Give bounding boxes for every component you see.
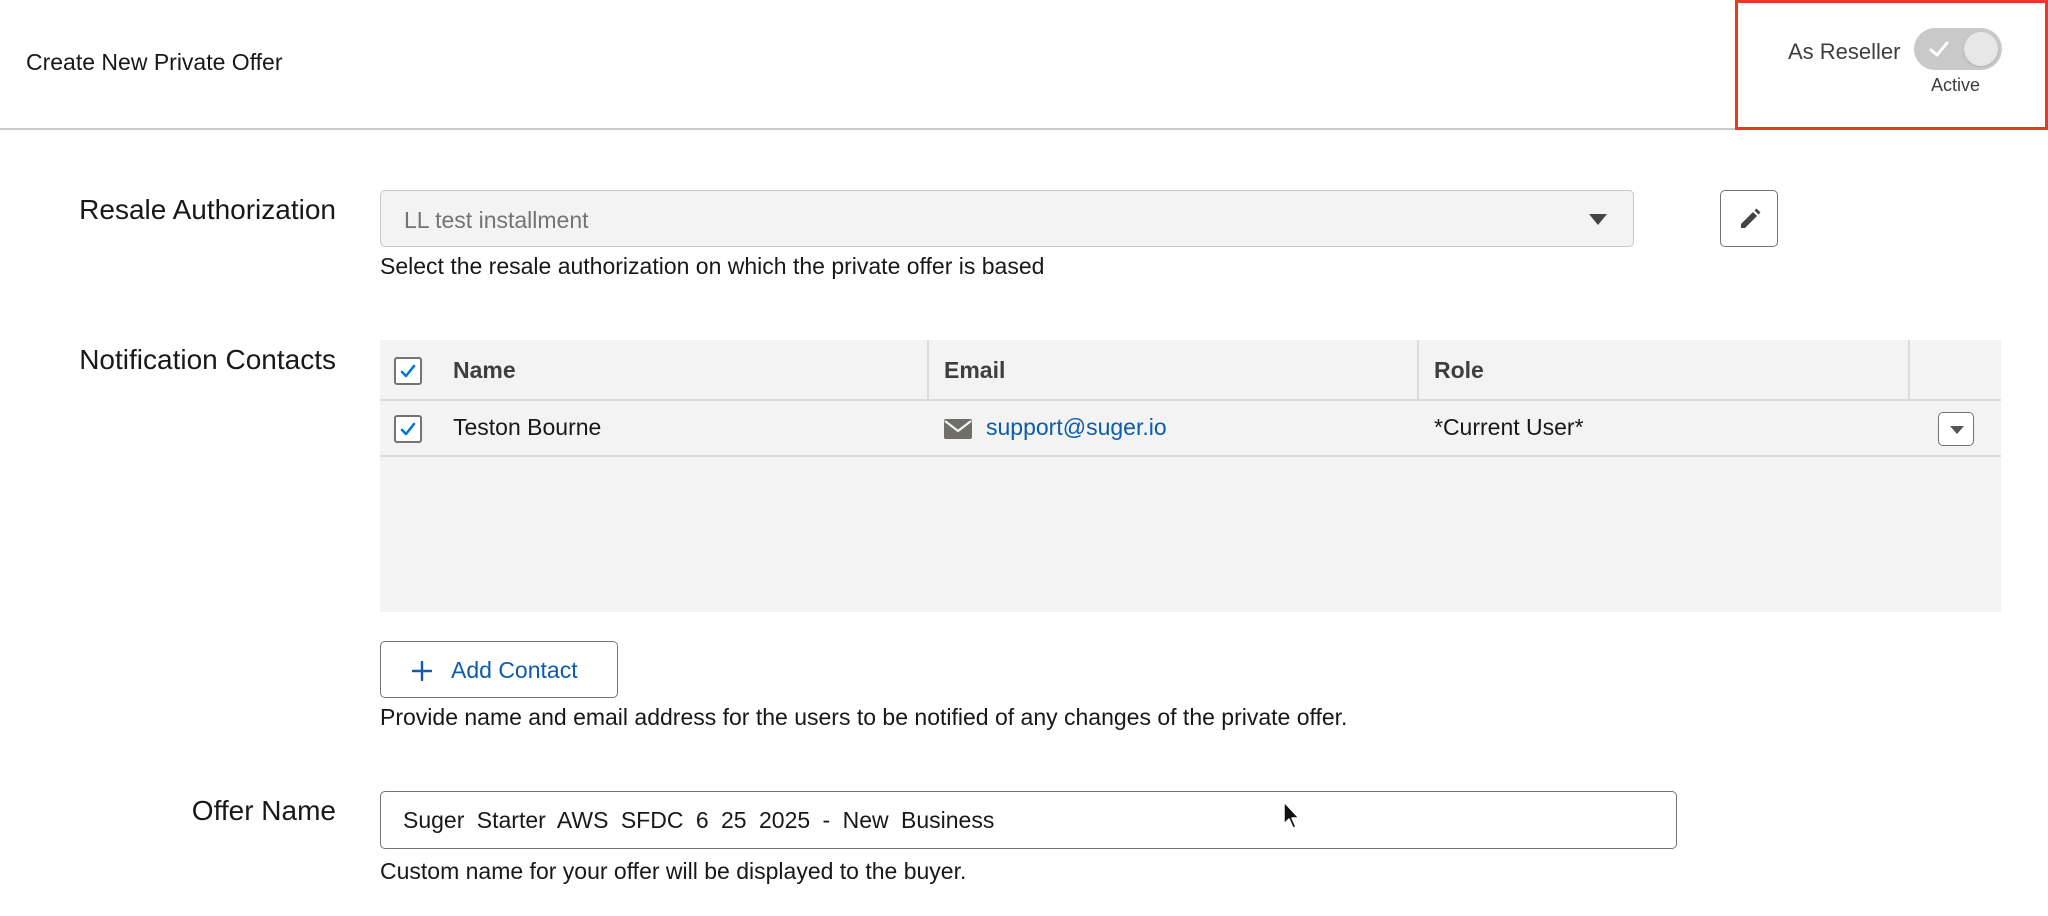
edit-resale-authorization-button[interactable]	[1720, 190, 1778, 247]
page-title: Create New Private Offer	[26, 49, 283, 75]
toggle-state-label: Active	[1931, 75, 1981, 95]
offer-name-label: Offer Name	[191, 795, 336, 826]
reseller-label: As Reseller	[1788, 39, 1901, 64]
reseller-toggle[interactable]	[1914, 28, 2002, 70]
column-header-name[interactable]: Name	[453, 357, 516, 384]
add-contact-button[interactable]: Add Contact	[380, 641, 618, 698]
row-checkbox[interactable]	[394, 415, 422, 443]
mouse-pointer-icon	[1283, 801, 1300, 829]
offer-name-field[interactable]	[380, 791, 1677, 849]
column-divider	[1908, 340, 1910, 401]
resale-authorization-select[interactable]: LL test installment	[380, 190, 1634, 247]
chevron-down-icon	[1950, 426, 1964, 434]
toggle-knob	[1964, 32, 1998, 66]
plus-icon	[412, 661, 432, 681]
select-all-checkbox[interactable]	[394, 357, 422, 385]
mail-icon	[944, 419, 972, 439]
reseller-highlight-box: As Reseller Active	[1735, 0, 2048, 130]
notification-contacts-help: Provide name and email address for the u…	[380, 704, 1348, 730]
table-header: Name Email Role	[380, 340, 2001, 401]
offer-name-input[interactable]	[403, 806, 1643, 834]
resale-authorization-label: Resale Authorization	[79, 194, 336, 225]
table-row: Teston Bourne support@suger.io *Current …	[380, 401, 2001, 457]
column-divider	[927, 340, 929, 401]
add-contact-label: Add Contact	[451, 657, 578, 683]
row-actions-menu-button[interactable]	[1938, 412, 1974, 446]
contact-email-link[interactable]: support@suger.io	[986, 414, 1167, 441]
chevron-down-icon	[1589, 214, 1607, 225]
contact-role: *Current User*	[1434, 414, 1584, 440]
column-header-role[interactable]: Role	[1434, 357, 1484, 384]
contacts-table: Name Email Role Teston Bourne support@su…	[380, 340, 2001, 612]
resale-authorization-value: LL test installment	[404, 207, 589, 233]
notification-contacts-label: Notification Contacts	[79, 344, 336, 375]
check-icon	[400, 364, 416, 378]
check-icon	[1929, 41, 1949, 57]
column-divider	[1417, 340, 1419, 401]
pencil-icon	[1741, 208, 1761, 228]
offer-name-help: Custom name for your offer will be displ…	[380, 858, 967, 884]
check-icon	[400, 422, 416, 436]
page-header: Create New Private Offer As Reseller Act…	[0, 0, 2048, 130]
contact-name: Teston Bourne	[453, 414, 602, 440]
column-header-email[interactable]: Email	[944, 357, 1005, 384]
resale-authorization-help: Select the resale authorization on which…	[380, 253, 1045, 279]
